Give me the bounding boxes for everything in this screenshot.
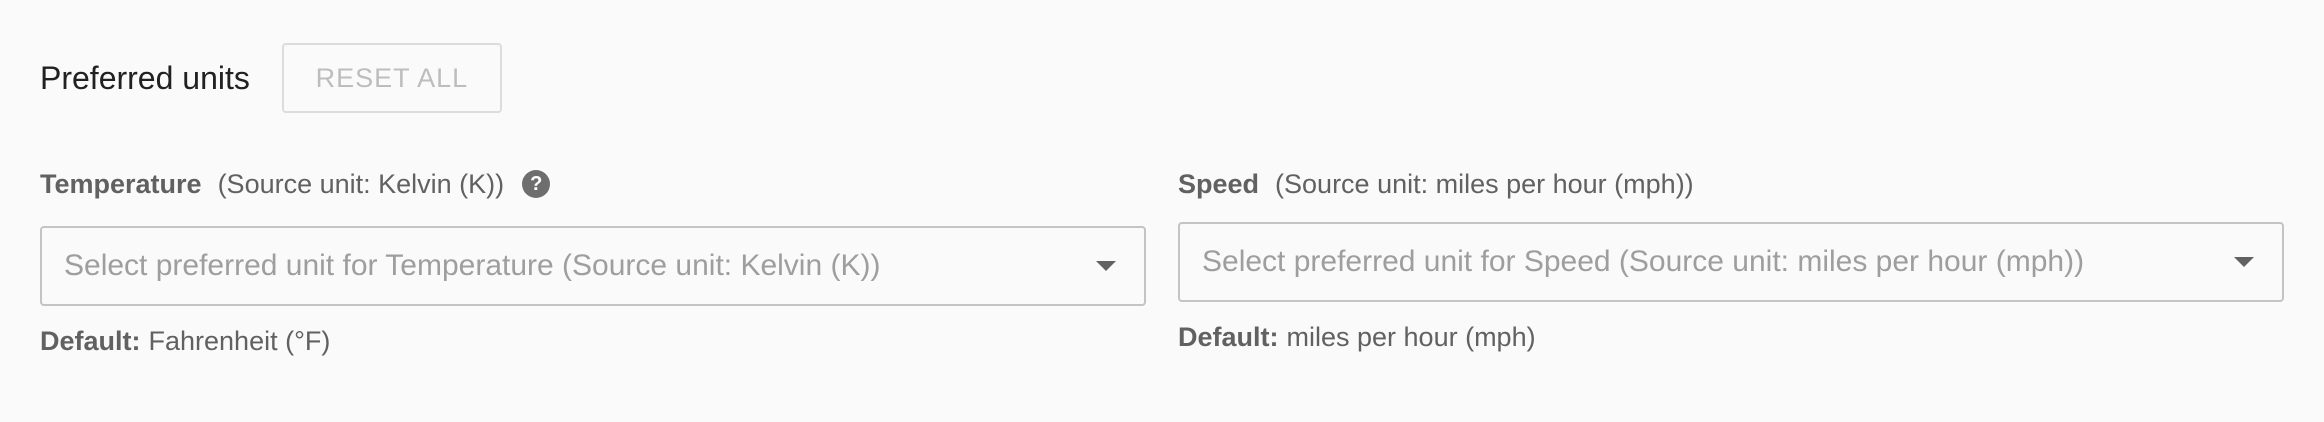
speed-label-row: Speed (Source unit: miles per hour (mph)… xyxy=(1178,166,2284,202)
speed-select-placeholder: Select preferred unit for Speed (Source … xyxy=(1202,245,2085,278)
chevron-down-icon[interactable] xyxy=(2234,257,2254,267)
temperature-field: Temperature (Source unit: Kelvin (K)) ? … xyxy=(40,166,1146,357)
default-label: Default: xyxy=(40,326,141,356)
default-value: Fahrenheit (°F) xyxy=(148,326,331,356)
preferred-units-panel: Preferred units RESET ALL Temperature (S… xyxy=(0,0,2324,422)
header: Preferred units RESET ALL xyxy=(40,42,502,114)
temperature-label-row: Temperature (Source unit: Kelvin (K)) ? xyxy=(40,166,1146,202)
reset-all-button[interactable]: RESET ALL xyxy=(281,43,502,113)
speed-unit-select[interactable]: Select preferred unit for Speed (Source … xyxy=(1178,222,2284,302)
default-value: miles per hour (mph) xyxy=(1286,322,1536,352)
default-label: Default: xyxy=(1178,322,1279,352)
temperature-unit-select[interactable]: Select preferred unit for Temperature (S… xyxy=(40,226,1146,306)
speed-default: Default: miles per hour (mph) xyxy=(1178,322,2284,353)
temperature-select-placeholder: Select preferred unit for Temperature (S… xyxy=(64,249,881,282)
temperature-source-unit: (Source unit: Kelvin (K)) xyxy=(217,168,505,199)
temperature-default: Default: Fahrenheit (°F) xyxy=(40,326,1146,357)
chevron-down-icon[interactable] xyxy=(1096,261,1116,271)
page-title: Preferred units xyxy=(40,59,250,96)
question-circle-icon[interactable]: ? xyxy=(522,170,551,198)
temperature-label: Temperature xyxy=(40,168,202,199)
speed-source-unit: (Source unit: miles per hour (mph)) xyxy=(1275,168,1694,199)
speed-field: Speed (Source unit: miles per hour (mph)… xyxy=(1178,166,2284,353)
speed-label: Speed xyxy=(1178,168,1260,199)
